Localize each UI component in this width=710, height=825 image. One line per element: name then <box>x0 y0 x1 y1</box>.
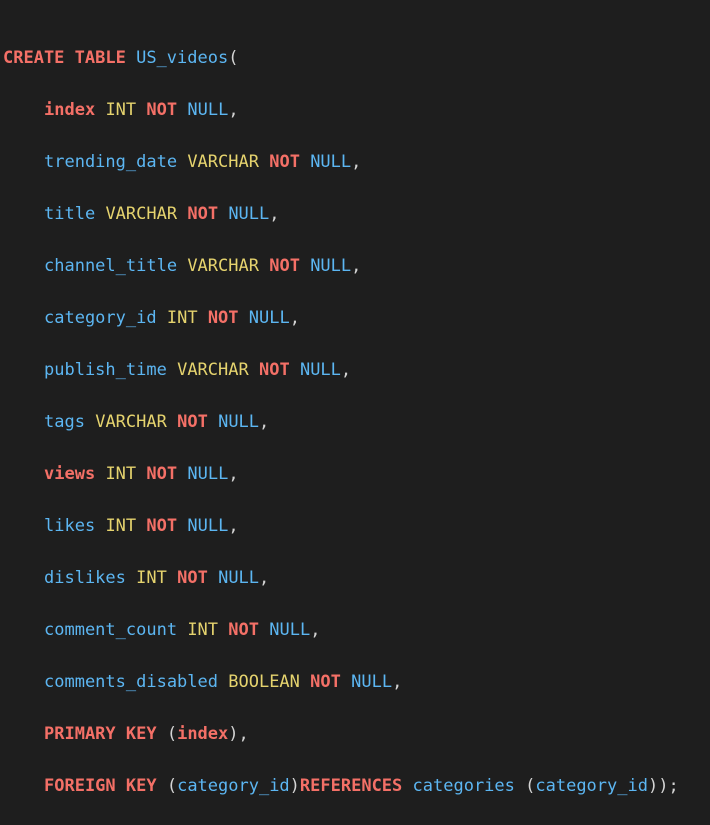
not-keyword: NOT <box>177 568 208 588</box>
column-type: VARCHAR <box>95 412 167 432</box>
column-name: category_id <box>44 308 157 328</box>
column-type: INT <box>187 620 219 640</box>
comma: , <box>392 672 403 692</box>
comma: , <box>269 204 280 224</box>
column-type: VARCHAR <box>177 360 249 380</box>
null-keyword: NULL <box>248 308 290 328</box>
column-type: INT <box>136 568 167 588</box>
null-keyword: NULL <box>299 360 341 380</box>
primary-key-line: PRIMARY KEY (index), <box>3 721 710 747</box>
foreign-key-column: category_id <box>177 776 290 796</box>
null-keyword: NULL <box>269 620 311 640</box>
comma: , <box>228 100 239 120</box>
references-keyword: REFERENCES <box>299 776 403 796</box>
not-keyword: NOT <box>310 672 341 692</box>
referenced-table: categories <box>412 776 515 796</box>
column-name: title <box>44 204 96 224</box>
column-type: INT <box>105 464 137 484</box>
open-paren: ( <box>156 776 178 796</box>
comma: , <box>228 516 239 536</box>
column-name: channel_title <box>44 256 178 276</box>
column-name: dislikes <box>44 568 126 588</box>
column-name: publish_time <box>44 360 167 380</box>
comma: , <box>340 360 352 380</box>
referenced-column: category_id <box>535 776 648 796</box>
close-paren: ), <box>228 724 249 744</box>
null-keyword: NULL <box>310 256 352 276</box>
column-type: INT <box>105 516 137 536</box>
column-line: tags VARCHAR NOT NULL, <box>3 409 710 435</box>
column-line: views INT NOT NULL, <box>3 461 710 487</box>
create-table-line: CREATE TABLE US_videos( <box>3 45 710 71</box>
column-line: publish_time VARCHAR NOT NULL, <box>3 357 710 383</box>
column-name: index <box>44 100 96 120</box>
create-table-keyword: CREATE TABLE <box>3 48 126 68</box>
not-keyword: NOT <box>146 464 178 484</box>
column-type: VARCHAR <box>187 256 259 276</box>
null-keyword: NULL <box>187 464 229 484</box>
not-keyword: NOT <box>177 412 208 432</box>
foreign-key-line: FOREIGN KEY (category_id)REFERENCES cate… <box>3 773 710 799</box>
null-keyword: NULL <box>187 100 229 120</box>
column-line: comment_count INT NOT NULL, <box>3 617 710 643</box>
comma: , <box>310 620 321 640</box>
comma: , <box>351 256 362 276</box>
column-name: views <box>44 464 96 484</box>
column-line: dislikes INT NOT NULL, <box>3 565 710 591</box>
null-keyword: NULL <box>228 204 270 224</box>
not-keyword: NOT <box>228 620 259 640</box>
primary-key-column: index <box>177 724 229 744</box>
not-keyword: NOT <box>146 100 178 120</box>
comma: , <box>289 308 300 328</box>
closing-punctuation: )); <box>647 776 679 796</box>
not-keyword: NOT <box>187 204 219 224</box>
column-line: trending_date VARCHAR NOT NULL, <box>3 149 710 175</box>
null-keyword: NULL <box>351 672 393 692</box>
column-name: comment_count <box>44 620 178 640</box>
primary-key-keyword: PRIMARY KEY <box>44 724 157 744</box>
open-paren: ( <box>228 48 239 68</box>
column-type: BOOLEAN <box>228 672 300 692</box>
column-name: trending_date <box>44 152 178 172</box>
column-name: tags <box>44 412 85 432</box>
comma: , <box>259 412 270 432</box>
column-line: comments_disabled BOOLEAN NOT NULL, <box>3 669 710 695</box>
sql-code-view[interactable]: CREATE TABLE US_videos( index INT NOT NU… <box>0 0 710 796</box>
comma: , <box>351 152 362 172</box>
null-keyword: NULL <box>187 516 229 536</box>
open-paren: ( <box>514 776 536 796</box>
column-type: VARCHAR <box>105 204 178 224</box>
column-line: channel_title VARCHAR NOT NULL, <box>3 253 710 279</box>
null-keyword: NULL <box>218 412 260 432</box>
comma: , <box>228 464 239 484</box>
column-line: likes INT NOT NULL, <box>3 513 710 539</box>
column-name: likes <box>44 516 96 536</box>
null-keyword: NULL <box>310 152 352 172</box>
column-line: title VARCHAR NOT NULL, <box>3 201 710 227</box>
open-paren: ( <box>156 724 178 744</box>
column-type: INT <box>166 308 198 328</box>
column-line: index INT NOT NULL, <box>3 97 710 123</box>
table-name: US_videos <box>136 48 229 68</box>
column-name: comments_disabled <box>44 672 218 692</box>
column-type: INT <box>105 100 137 120</box>
not-keyword: NOT <box>269 152 300 172</box>
not-keyword: NOT <box>269 256 300 276</box>
comma: , <box>259 568 270 588</box>
not-keyword: NOT <box>207 308 239 328</box>
not-keyword: NOT <box>258 360 290 380</box>
close-paren: ) <box>289 776 300 796</box>
column-type: VARCHAR <box>187 152 259 172</box>
not-keyword: NOT <box>146 516 178 536</box>
foreign-key-keyword: FOREIGN KEY <box>44 776 157 796</box>
column-line: category_id INT NOT NULL, <box>3 305 710 331</box>
null-keyword: NULL <box>218 568 260 588</box>
